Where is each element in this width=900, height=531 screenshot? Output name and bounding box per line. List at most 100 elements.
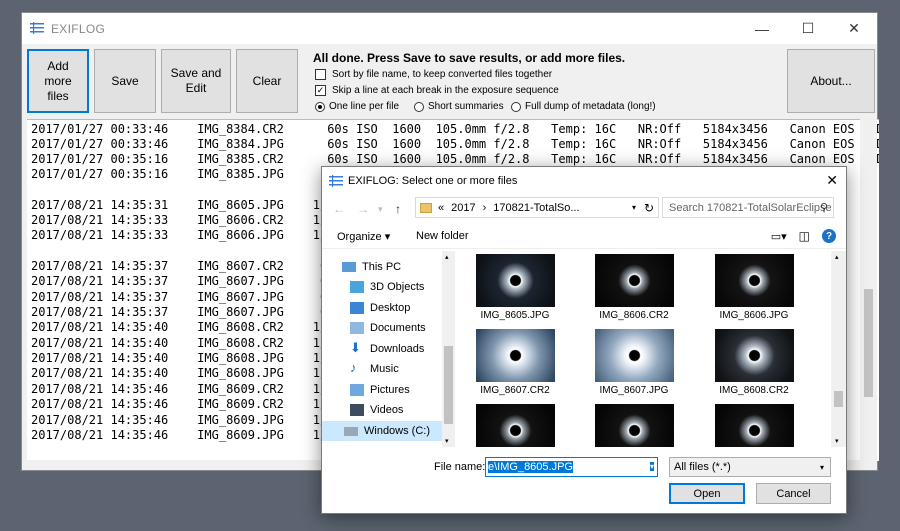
file-item[interactable]: IMG_8605.JPG [465, 254, 565, 321]
eclipse-thumbnail [475, 329, 555, 382]
title-bar[interactable]: EXIFLOG — ☐ ✕ [22, 13, 877, 44]
scroll-down-icon[interactable]: ▾ [835, 437, 839, 445]
radio-full-dump-button[interactable] [511, 101, 521, 112]
address-row: ← → ▾ ↑ « 2017 › 170821-TotalSo... ▾ ↻ S… [322, 195, 846, 223]
log-scrollbar[interactable] [860, 119, 877, 461]
radio-short-summaries-label: Short summaries [428, 101, 504, 112]
back-arrow-icon[interactable]: ← [333, 202, 345, 216]
open-button[interactable]: Open [669, 483, 745, 504]
nav-item-downloads[interactable]: ⬇ Downloads [350, 339, 424, 359]
change-view-icon[interactable]: ▭▾ [771, 230, 787, 243]
chevron-down-icon[interactable]: ▾ [632, 203, 636, 212]
log-line: 2017/08/21 14:35:37 IMG_8607.JPG 0.1 [31, 290, 342, 304]
scroll-down-icon[interactable]: ▾ [445, 437, 449, 445]
log-scrollbar-thumb[interactable] [864, 289, 873, 397]
save-and-edit-button[interactable]: Save and Edit [161, 49, 231, 113]
nav-item-desktop[interactable]: Desktop [350, 298, 410, 318]
maximize-icon[interactable]: ☐ [785, 13, 831, 44]
log-line: 2017/01/27 00:33:46 IMG_8384.CR2 60s ISO… [31, 122, 879, 136]
recent-locations-icon[interactable]: ▾ [378, 204, 383, 215]
organize-menu[interactable]: Organize ▾ [337, 230, 390, 243]
nav-label: Documents [370, 322, 426, 334]
radio-one-line[interactable]: One line per file [315, 101, 399, 112]
nav-item-pictures[interactable]: Pictures [350, 380, 410, 400]
new-folder-button[interactable]: New folder [416, 230, 469, 242]
dialog-title: EXIFLOG: Select one or more files [348, 175, 518, 187]
file-item[interactable] [704, 404, 804, 447]
file-item[interactable]: IMG_8608.CR2 [704, 329, 804, 396]
sort-checkbox[interactable] [315, 69, 326, 80]
forward-arrow-icon[interactable]: → [357, 202, 369, 216]
save-button[interactable]: Save [94, 49, 156, 113]
file-scrollbar-thumb[interactable] [834, 391, 843, 407]
file-name-label: File name: [434, 461, 486, 473]
eclipse-thumbnail [714, 404, 794, 447]
up-arrow-icon[interactable]: ↑ [395, 202, 401, 216]
nav-label: Videos [370, 404, 404, 416]
log-line: 2017/08/21 14:35:40 IMG_8608.CR2 1/15 [31, 336, 342, 350]
scroll-up-icon[interactable]: ▴ [445, 253, 449, 261]
about-button[interactable]: About... [787, 49, 875, 113]
window-title: EXIFLOG [51, 22, 106, 36]
skip-line-checkbox[interactable]: ✓ [315, 85, 326, 96]
close-icon[interactable]: ✕ [831, 13, 877, 44]
nav-item-3d-objects[interactable]: 3D Objects [350, 277, 424, 297]
breadcrumb-overflow[interactable]: « [438, 202, 444, 214]
preview-pane-icon[interactable]: ◫ [799, 229, 810, 243]
radio-full-dump[interactable]: Full dump of metadata (long!) [511, 101, 656, 112]
eclipse-thumbnail [475, 404, 555, 447]
nav-scrollbar-thumb[interactable] [444, 346, 453, 424]
dialog-title-bar[interactable]: EXIFLOG: Select one or more files ✕ [322, 167, 846, 195]
nav-scrollbar[interactable]: ▴ ▾ [442, 251, 455, 447]
skip-line-label: Skip a line at each break in the exposur… [332, 85, 559, 96]
navigation-pane: This PC 3D Objects Desktop Documents ⬇ D… [322, 251, 456, 447]
documents-icon [350, 322, 364, 334]
file-item[interactable]: IMG_8607.CR2 [465, 329, 565, 396]
file-type-value: All files (*.*) [674, 461, 731, 473]
nav-label: This PC [362, 261, 402, 273]
log-line: 2017/08/21 14:35:46 IMG_8609.JPG 1/80 [31, 428, 342, 442]
radio-short-summaries-button[interactable] [414, 101, 424, 112]
clear-button[interactable]: Clear [236, 49, 298, 113]
log-line: 2017/08/21 14:35:37 IMG_8607.JPG 0.1 [31, 305, 342, 319]
search-input[interactable]: Search 170821-TotalSolarEclipse ⚲ [662, 197, 834, 218]
minimize-icon[interactable]: — [739, 13, 785, 44]
breadcrumb-2017[interactable]: 2017 [451, 202, 475, 214]
chevron-down-icon[interactable]: ▾ [649, 462, 654, 471]
file-item[interactable] [465, 404, 565, 447]
nav-item-this-pc[interactable]: This PC [342, 257, 401, 277]
breadcrumb-folder[interactable]: 170821-TotalSo... [493, 202, 579, 214]
file-item[interactable]: IMG_8607.JPG [584, 329, 684, 396]
nav-label: Pictures [370, 384, 410, 396]
skip-line-option[interactable]: ✓ Skip a line at each break in the expos… [315, 85, 559, 96]
nav-label: 3D Objects [370, 281, 425, 293]
nav-item-windows-c[interactable]: Windows (C:) [322, 421, 442, 441]
file-type-select[interactable]: All files (*.*) ▾ [669, 457, 831, 477]
file-item[interactable]: IMG_8606.CR2 [584, 254, 684, 321]
file-item[interactable] [584, 404, 684, 447]
radio-short-summaries[interactable]: Short summaries [414, 101, 504, 112]
file-name: IMG_8607.JPG [599, 385, 669, 396]
address-bar[interactable]: « 2017 › 170821-TotalSo... ▾ ↻ [415, 197, 659, 218]
sort-option[interactable]: Sort by file name, to keep converted fil… [315, 69, 552, 80]
file-list-scrollbar[interactable]: ▴ ▾ [831, 251, 846, 447]
add-more-files-button[interactable]: Add more files [27, 49, 89, 113]
scroll-up-icon[interactable]: ▴ [835, 253, 839, 261]
chevron-down-icon[interactable]: ▾ [820, 463, 824, 472]
eclipse-thumbnail [714, 329, 794, 382]
refresh-icon[interactable]: ↻ [644, 201, 654, 215]
help-icon[interactable]: ? [822, 229, 836, 243]
nav-item-music[interactable]: ♪ Music [350, 359, 399, 379]
toolbar: Add more files Save Save and Edit Clear … [22, 44, 877, 120]
eclipse-thumbnail [475, 254, 555, 307]
search-icon[interactable]: ⚲ [820, 201, 828, 214]
file-name-input[interactable]: e\IMG_8605.JPG ▾ [485, 457, 658, 477]
nav-item-documents[interactable]: Documents [350, 318, 426, 338]
cancel-button[interactable]: Cancel [756, 483, 831, 504]
close-icon[interactable]: ✕ [826, 172, 838, 189]
file-item[interactable]: IMG_8606.JPG [704, 254, 804, 321]
nav-item-videos[interactable]: Videos [350, 400, 403, 420]
radio-one-line-button[interactable] [315, 101, 325, 112]
cube-icon [350, 281, 364, 293]
log-line: 2017/01/27 00:33:46 IMG_8384.JPG 60s ISO… [31, 137, 879, 151]
